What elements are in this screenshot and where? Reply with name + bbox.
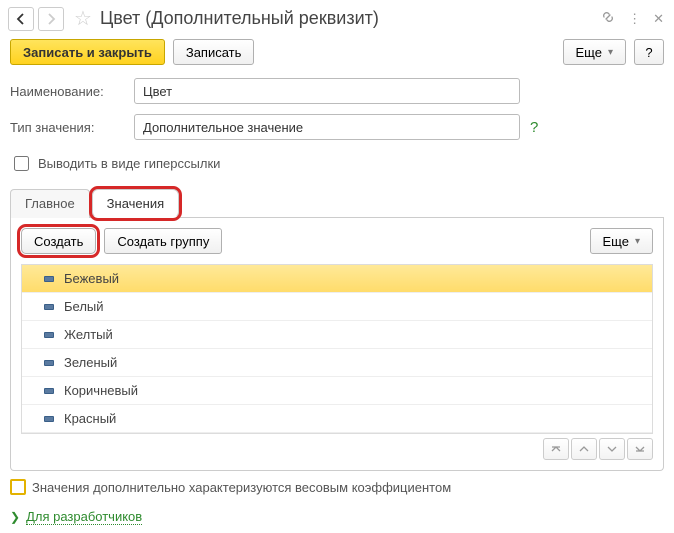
save-button[interactable]: Записать <box>173 39 255 65</box>
tab-main[interactable]: Главное <box>10 189 90 218</box>
window-title: Цвет (Дополнительный реквизит) <box>100 8 596 29</box>
values-more-button[interactable]: Еще▾ <box>590 228 653 254</box>
list-item-label: Коричневый <box>64 383 138 398</box>
menu-icon[interactable]: ⋮ <box>628 11 641 27</box>
list-item[interactable]: Бежевый <box>22 265 652 293</box>
tab-values[interactable]: Значения <box>92 189 179 218</box>
list-item[interactable]: Желтый <box>22 321 652 349</box>
type-input[interactable] <box>134 114 520 140</box>
developers-link[interactable]: Для разработчиков <box>26 509 142 525</box>
link-icon[interactable] <box>600 9 616 28</box>
name-label: Наименование: <box>10 84 128 99</box>
value-icon <box>44 304 54 310</box>
list-item[interactable]: Белый <box>22 293 652 321</box>
chevron-down-icon: ▾ <box>635 236 640 247</box>
scroll-bottom-button[interactable] <box>627 438 653 460</box>
list-item-label: Желтый <box>64 327 113 342</box>
hyperlink-checkbox[interactable] <box>14 156 29 171</box>
back-button[interactable] <box>8 7 34 31</box>
value-icon <box>44 388 54 394</box>
type-label: Тип значения: <box>10 120 128 135</box>
more-button[interactable]: Еще▾ <box>563 39 626 65</box>
list-item-label: Белый <box>64 299 104 314</box>
value-icon <box>44 276 54 282</box>
weight-label: Значения дополнительно характеризуются в… <box>32 480 451 495</box>
help-button[interactable]: ? <box>634 39 664 65</box>
favorite-icon[interactable]: ☆ <box>74 6 92 31</box>
scroll-up-button[interactable] <box>571 438 597 460</box>
save-close-button[interactable]: Записать и закрыть <box>10 39 165 65</box>
forward-button[interactable] <box>38 7 64 31</box>
value-icon <box>44 332 54 338</box>
list-item-label: Красный <box>64 411 116 426</box>
value-icon <box>44 416 54 422</box>
list-item-label: Зеленый <box>64 355 117 370</box>
chevron-right-icon: ❯ <box>10 510 20 524</box>
hyperlink-label: Выводить в виде гиперссылки <box>38 156 220 171</box>
create-button[interactable]: Создать <box>21 228 96 254</box>
scroll-down-button[interactable] <box>599 438 625 460</box>
list-item[interactable]: Коричневый <box>22 377 652 405</box>
list-item-label: Бежевый <box>64 271 119 286</box>
scroll-top-button[interactable] <box>543 438 569 460</box>
create-group-button[interactable]: Создать группу <box>104 228 222 254</box>
weight-checkbox[interactable] <box>10 479 26 495</box>
values-list: Бежевый Белый Желтый Зеленый Коричневый Красн… <box>21 264 653 434</box>
list-item[interactable]: Зеленый <box>22 349 652 377</box>
close-icon[interactable]: ✕ <box>653 11 664 27</box>
type-help-icon[interactable]: ? <box>526 119 542 136</box>
name-input[interactable] <box>134 78 520 104</box>
value-icon <box>44 360 54 366</box>
chevron-down-icon: ▾ <box>608 47 613 58</box>
list-item[interactable]: Красный <box>22 405 652 433</box>
